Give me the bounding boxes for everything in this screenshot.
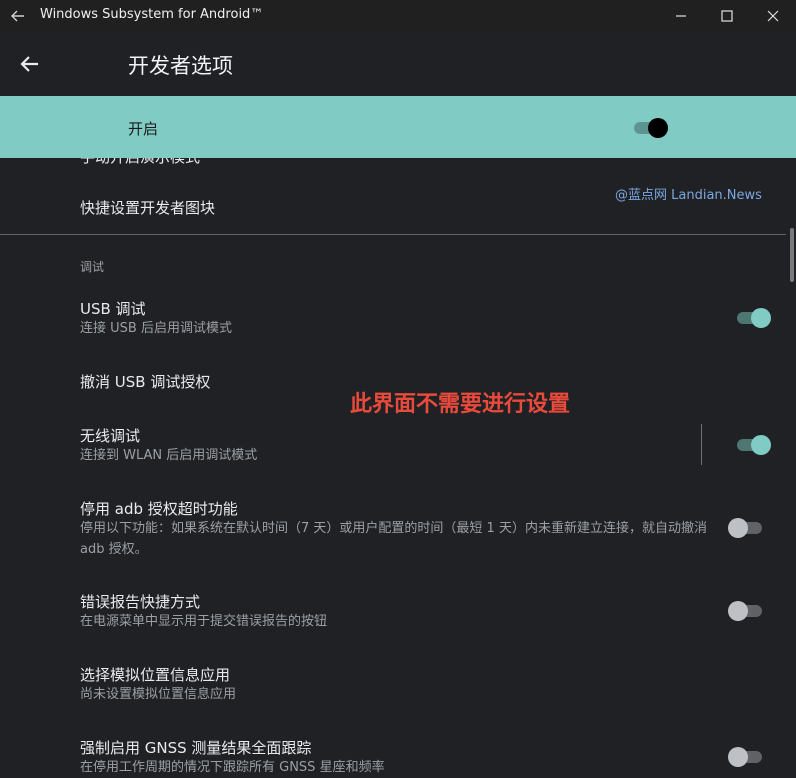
bug-report-shortcut-title[interactable]: 错误报告快捷方式 <box>80 591 200 612</box>
section-header-debugging: 调试 <box>80 260 105 274</box>
arrow-left-icon[interactable] <box>16 50 44 78</box>
wireless-debugging-title[interactable]: 无线调试 <box>80 425 140 446</box>
master-switch-bar[interactable]: 开启 <box>0 96 796 158</box>
bug-report-shortcut-toggle[interactable] <box>728 598 764 622</box>
maximize-icon <box>721 10 733 22</box>
annotation-text: 此界面不需要进行设置 <box>350 392 571 417</box>
page-title: 开发者选项 <box>128 54 233 78</box>
maximize-button[interactable] <box>704 0 750 32</box>
mock-location-app-title[interactable]: 选择模拟位置信息应用 <box>80 664 230 685</box>
quick-settings-tiles-item[interactable]: 快捷设置开发者图块 <box>80 197 215 218</box>
toggle-thumb <box>728 518 748 538</box>
minimize-icon <box>675 10 687 22</box>
scrollbar-thumb[interactable] <box>790 228 794 282</box>
watermark: @蓝点网 Landian.News <box>615 188 762 203</box>
close-button[interactable] <box>750 0 796 32</box>
master-toggle[interactable] <box>632 115 668 139</box>
revoke-usb-authorizations-item[interactable]: 撤消 USB 调试授权 <box>80 371 210 392</box>
window-title: Windows Subsystem for Android™ <box>40 7 264 22</box>
divider <box>0 234 786 235</box>
usb-debugging-subtitle: 连接 USB 后启用调试模式 <box>80 321 232 336</box>
bug-report-shortcut-subtitle: 在电源菜单中显示用于提交错误报告的按钮 <box>80 614 328 629</box>
gnss-full-tracking-toggle[interactable] <box>728 744 764 768</box>
window-titlebar: Windows Subsystem for Android™ <box>0 0 796 33</box>
toggle-thumb <box>728 747 748 767</box>
wireless-debugging-subtitle: 连接到 WLAN 后启用调试模式 <box>80 448 258 463</box>
toggle-thumb <box>728 601 748 621</box>
mock-location-app-subtitle: 尚未设置模拟位置信息应用 <box>80 687 237 702</box>
toggle-thumb <box>751 308 771 328</box>
arrow-left-icon[interactable] <box>8 6 28 26</box>
usb-debugging-toggle[interactable] <box>735 305 771 329</box>
app-bar: 开发者选项 <box>0 32 796 96</box>
close-icon <box>767 10 779 22</box>
wireless-debugging-toggle[interactable] <box>735 432 771 456</box>
gnss-full-tracking-subtitle: 在停用工作周期的情况下跟踪所有 GNSS 星座和频率 <box>80 760 385 775</box>
gnss-full-tracking-title[interactable]: 强制启用 GNSS 测量结果全面跟踪 <box>80 737 311 758</box>
toggle-thumb <box>648 118 668 138</box>
divider <box>701 424 702 465</box>
adb-timeout-toggle[interactable] <box>728 515 764 539</box>
master-switch-label: 开启 <box>128 120 159 138</box>
usb-debugging-title[interactable]: USB 调试 <box>80 298 146 319</box>
toggle-thumb <box>751 435 771 455</box>
minimize-button[interactable] <box>658 0 704 32</box>
adb-timeout-subtitle: 停用以下功能：如果系统在默认时间（7 天）或用户配置的时间（最短 1 天）内未重… <box>80 521 707 557</box>
adb-timeout-title[interactable]: 停用 adb 授权超时功能 <box>80 498 238 519</box>
